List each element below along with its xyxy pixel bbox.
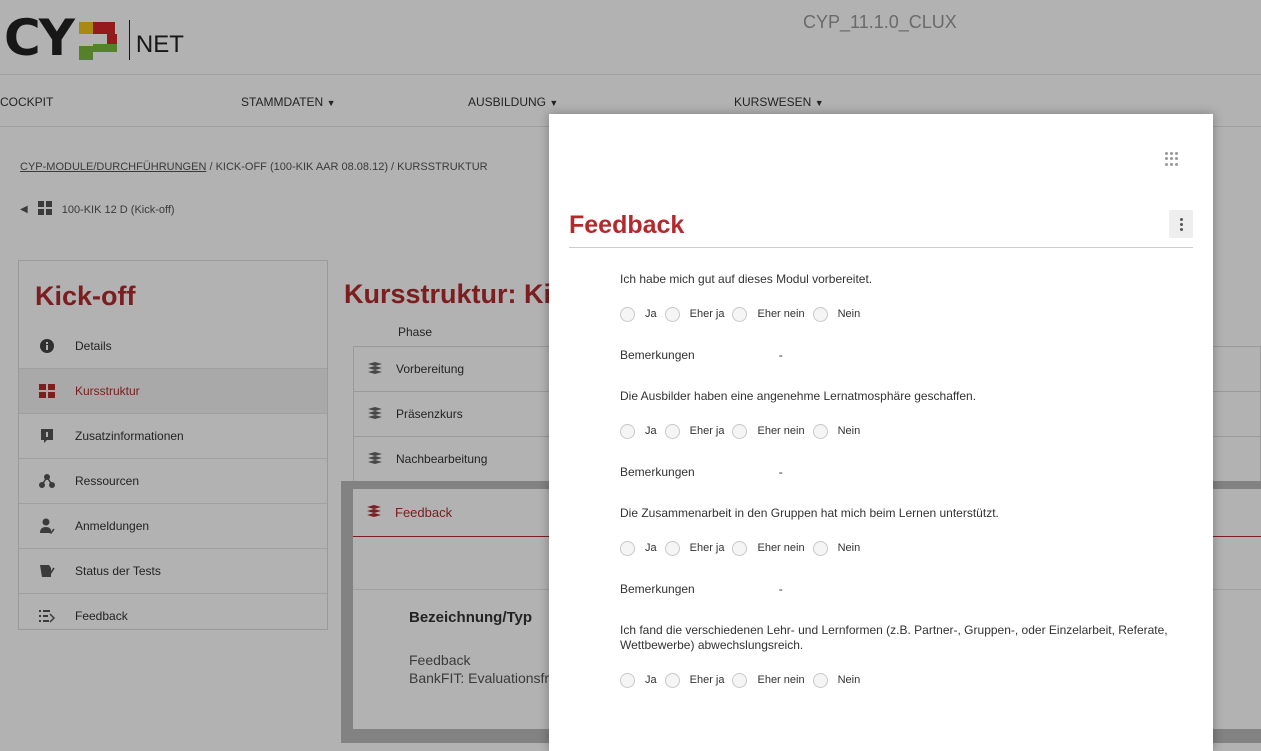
option-eher-nein[interactable]: Eher nein — [732, 672, 805, 688]
option-label: Eher ja — [689, 542, 725, 554]
remarks-value: - — [778, 348, 783, 362]
option-eher-ja[interactable]: Eher ja — [664, 306, 725, 322]
option-label: Ja — [645, 542, 657, 554]
question-text: Die Zusammenarbeit in den Gruppen hat mi… — [620, 506, 999, 520]
remarks-label: Bemerkungen — [620, 465, 695, 479]
radio-button[interactable] — [812, 672, 828, 688]
question-text: Ich fand die verschiedenen Lehr- und Ler… — [620, 623, 1168, 652]
option-ja[interactable]: Ja — [620, 423, 657, 439]
option-nein[interactable]: Nein — [812, 306, 861, 322]
radio-button[interactable] — [620, 672, 635, 688]
radio-button[interactable] — [732, 540, 748, 556]
option-ja[interactable]: Ja — [620, 540, 657, 556]
option-nein[interactable]: Nein — [812, 423, 861, 439]
feedback-dialog: Feedback Ich habe mich gut auf dieses Mo… — [549, 114, 1213, 751]
answer-options: Ja Eher ja Eher nein Nein — [620, 670, 1200, 690]
question-text: Ich habe mich gut auf dieses Modul vorbe… — [620, 272, 873, 286]
radio-button[interactable] — [732, 672, 748, 688]
option-nein[interactable]: Nein — [812, 672, 861, 688]
radio-button[interactable] — [664, 423, 680, 439]
option-label: Ja — [645, 308, 657, 320]
option-eher-nein[interactable]: Eher nein — [732, 423, 805, 439]
option-eher-nein[interactable]: Eher nein — [732, 306, 805, 322]
remarks-row: Bemerkungen - — [620, 582, 1200, 598]
option-ja[interactable]: Ja — [620, 306, 657, 322]
option-nein[interactable]: Nein — [812, 540, 861, 556]
radio-button[interactable] — [620, 423, 635, 439]
answer-options: Ja Eher ja Eher nein Nein — [620, 421, 1200, 441]
question-text: Die Ausbilder haben eine angenehme Lerna… — [620, 389, 977, 403]
radio-button[interactable] — [732, 306, 748, 322]
option-label: Nein — [837, 674, 861, 686]
answer-options: Ja Eher ja Eher nein Nein — [620, 538, 1200, 558]
option-label: Eher nein — [757, 542, 805, 554]
remarks-value: - — [778, 465, 783, 479]
radio-button[interactable] — [812, 423, 828, 439]
option-label: Eher nein — [757, 674, 805, 686]
option-label: Eher ja — [689, 308, 725, 320]
option-label: Ja — [645, 674, 657, 686]
option-eher-ja[interactable]: Eher ja — [664, 423, 725, 439]
option-label: Eher ja — [689, 674, 725, 686]
option-eher-nein[interactable]: Eher nein — [732, 540, 805, 556]
option-label: Nein — [837, 425, 861, 437]
radio-button[interactable] — [664, 672, 680, 688]
remarks-row: Bemerkungen - — [620, 465, 1200, 481]
option-label: Eher nein — [757, 425, 805, 437]
remarks-label: Bemerkungen — [620, 348, 695, 362]
radio-button[interactable] — [620, 540, 635, 556]
option-label: Nein — [837, 308, 861, 320]
remarks-row: Bemerkungen - — [620, 348, 1200, 364]
radio-button[interactable] — [812, 306, 828, 322]
more-options-icon[interactable] — [1169, 210, 1193, 238]
radio-button[interactable] — [812, 540, 828, 556]
option-label: Ja — [645, 425, 657, 437]
radio-button[interactable] — [732, 423, 748, 439]
option-ja[interactable]: Ja — [620, 672, 657, 688]
feedback-questions: Ich habe mich gut auf dieses Modul vorbe… — [620, 247, 1200, 690]
answer-options: Ja Eher ja Eher nein Nein — [620, 304, 1200, 324]
radio-button[interactable] — [664, 306, 680, 322]
remarks-label: Bemerkungen — [620, 582, 695, 596]
apps-grid-icon[interactable] — [1165, 152, 1179, 166]
option-label: Eher ja — [689, 425, 725, 437]
option-label: Nein — [837, 542, 861, 554]
radio-button[interactable] — [620, 306, 635, 322]
option-eher-ja[interactable]: Eher ja — [664, 540, 725, 556]
radio-button[interactable] — [664, 540, 680, 556]
remarks-value: - — [778, 582, 783, 596]
option-label: Eher nein — [757, 308, 805, 320]
dialog-title: Feedback — [569, 211, 685, 239]
option-eher-ja[interactable]: Eher ja — [664, 672, 725, 688]
